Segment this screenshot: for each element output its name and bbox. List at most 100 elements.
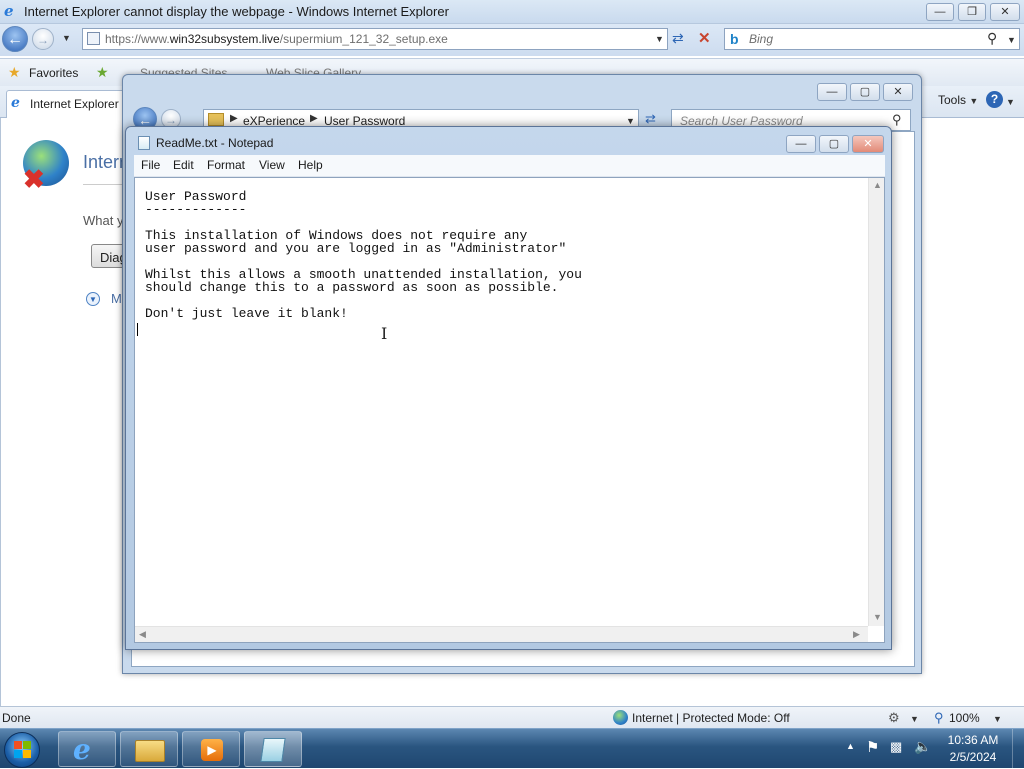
zoom-dropdown-icon[interactable]: ▼	[993, 714, 1002, 724]
tab-ie-icon: e	[11, 95, 20, 111]
windows-logo-icon	[14, 750, 22, 758]
address-host: win32subsystem.live	[169, 32, 280, 46]
start-button[interactable]	[4, 732, 40, 768]
refresh-icon[interactable]: ⇄	[672, 30, 684, 47]
show-desktop-button[interactable]	[1012, 729, 1024, 769]
status-text: Done	[2, 711, 31, 725]
notepad-icon	[260, 738, 286, 762]
help-icon[interactable]: ?	[986, 91, 1003, 108]
notepad-document-text[interactable]: User Password ------------- This install…	[145, 190, 582, 320]
explorer-close-button[interactable]: ✕	[883, 83, 913, 101]
address-path: /supermium_121_32_setup.exe	[279, 32, 448, 46]
address-prefix: https://www.	[105, 32, 170, 46]
search-placeholder: Bing	[749, 32, 774, 46]
favorites-star-icon: ★	[8, 64, 21, 80]
search-box[interactable]: b Bing ⚲ ▼	[724, 28, 1020, 50]
explorer-search-icon[interactable]: ⚲	[892, 112, 902, 128]
ie-logo-icon: e	[4, 2, 14, 20]
menu-view[interactable]: View	[259, 158, 285, 172]
explorer-refresh-icon[interactable]: ⇄	[645, 111, 656, 127]
media-player-icon: ▶	[201, 739, 223, 761]
forward-button[interactable]: →	[32, 28, 54, 50]
what-you-can-try-text: What y	[83, 213, 124, 228]
text-caret	[137, 323, 138, 336]
notepad-icon	[138, 136, 150, 150]
tools-menu[interactable]: Tools ▼	[938, 93, 978, 107]
folder-icon	[135, 740, 165, 762]
scroll-down-icon[interactable]: ▼	[873, 612, 882, 622]
ie-status-bar: Done Internet | Protected Mode: Off ⚙ ▼ …	[0, 706, 1024, 728]
notepad-window: ReadMe.txt - Notepad — ▢ ✕ File Edit For…	[125, 126, 892, 650]
menu-help[interactable]: Help	[298, 158, 323, 172]
internet-zone-icon	[613, 710, 628, 725]
ie-title-bar: e Internet Explorer cannot display the w…	[0, 0, 1024, 24]
windows-logo-icon	[23, 741, 31, 749]
windows-logo-icon	[14, 741, 22, 749]
error-x-icon: ✖	[23, 164, 45, 194]
ie-close-button[interactable]: ✕	[990, 3, 1020, 21]
error-heading: Interr	[83, 152, 126, 172]
address-dropdown-icon[interactable]: ▼	[655, 34, 664, 44]
taskbar: e ▶ ▲ ⚑ ▩ 🔈 10:36 AM 2/5/2024	[0, 728, 1024, 769]
bing-icon: b	[730, 31, 739, 47]
address-bar[interactable]: https://www.win32subsystem.live/supermiu…	[82, 28, 668, 50]
notepad-minimize-button[interactable]: —	[786, 135, 816, 153]
breadcrumb-separator-icon: ▶	[230, 113, 238, 124]
taskbar-notepad[interactable]	[244, 731, 302, 767]
taskbar-internet-explorer[interactable]: e	[58, 731, 116, 767]
volume-muted-icon[interactable]: 🔈	[914, 738, 931, 755]
ie-window-title: Internet Explorer cannot display the web…	[24, 4, 449, 19]
back-button[interactable]: ←	[2, 26, 28, 52]
ie-navigation-bar: ← → ▼ https://www.win32subsystem.live/su…	[0, 24, 1024, 56]
breadcrumb-separator-icon: ▶	[310, 113, 318, 124]
scroll-left-icon[interactable]: ◀	[139, 629, 146, 640]
taskbar-media-player[interactable]: ▶	[182, 731, 240, 767]
security-zone-text[interactable]: Internet | Protected Mode: Off	[632, 711, 790, 725]
ie-restore-button[interactable]: ❐	[958, 3, 986, 21]
menu-file[interactable]: File	[141, 158, 160, 172]
notepad-close-button[interactable]: ✕	[852, 135, 884, 153]
search-icon[interactable]: ⚲	[987, 30, 997, 47]
folder-icon	[208, 113, 224, 126]
address-text[interactable]: https://www.win32subsystem.live/supermiu…	[105, 32, 448, 46]
windows-logo-icon	[23, 750, 31, 758]
zoom-level[interactable]: 100%	[949, 711, 980, 725]
protected-mode-dropdown-icon[interactable]: ▼	[910, 714, 919, 724]
search-dropdown-icon[interactable]: ▼	[1007, 35, 1016, 45]
show-hidden-icons-icon[interactable]: ▲	[846, 741, 855, 751]
internet-explorer-icon: e	[73, 733, 91, 766]
menu-edit[interactable]: Edit	[173, 158, 194, 172]
scroll-up-icon[interactable]: ▲	[873, 180, 882, 190]
action-center-flag-icon[interactable]: ⚑	[866, 738, 879, 756]
help-dropdown-icon[interactable]: ▼	[1006, 97, 1015, 107]
stop-icon[interactable]: ✕	[698, 29, 711, 47]
more-info-link[interactable]: M	[111, 291, 122, 306]
add-favorites-icon[interactable]: ★	[96, 64, 109, 81]
horizontal-scrollbar[interactable]: ◀ ▶	[135, 626, 868, 642]
ie-minimize-button[interactable]: —	[926, 3, 954, 21]
favorites-button[interactable]: Favorites	[29, 66, 78, 80]
zoom-icon: ⚲	[934, 710, 944, 725]
explorer-maximize-button[interactable]: ▢	[850, 83, 880, 101]
notepad-text-area[interactable]: User Password ------------- This install…	[134, 177, 885, 643]
network-icon[interactable]: ▩	[890, 739, 902, 755]
page-icon	[87, 32, 100, 45]
notepad-title: ReadMe.txt - Notepad	[156, 136, 274, 150]
taskbar-windows-explorer[interactable]	[120, 731, 178, 767]
clock-date[interactable]: 2/5/2024	[944, 750, 1002, 764]
menu-format[interactable]: Format	[207, 158, 245, 172]
tools-label: Tools	[938, 93, 967, 107]
notepad-menu-bar: File Edit Format View Help	[134, 155, 885, 177]
more-info-expand-icon[interactable]: ▼	[86, 292, 100, 306]
explorer-minimize-button[interactable]: —	[817, 83, 847, 101]
protected-mode-icon[interactable]: ⚙	[888, 710, 900, 726]
scroll-right-icon[interactable]: ▶	[853, 629, 860, 640]
vertical-scrollbar[interactable]: ▲ ▼	[868, 178, 884, 626]
explorer-address-dropdown-icon[interactable]: ▼	[626, 116, 635, 126]
heading-divider	[83, 184, 127, 185]
clock-time[interactable]: 10:36 AM	[944, 733, 1002, 747]
notepad-maximize-button[interactable]: ▢	[819, 135, 849, 153]
recent-pages-dropdown-icon[interactable]: ▼	[62, 33, 71, 43]
tools-dropdown-icon: ▼	[969, 96, 979, 106]
ibeam-cursor-icon: I	[381, 324, 388, 343]
